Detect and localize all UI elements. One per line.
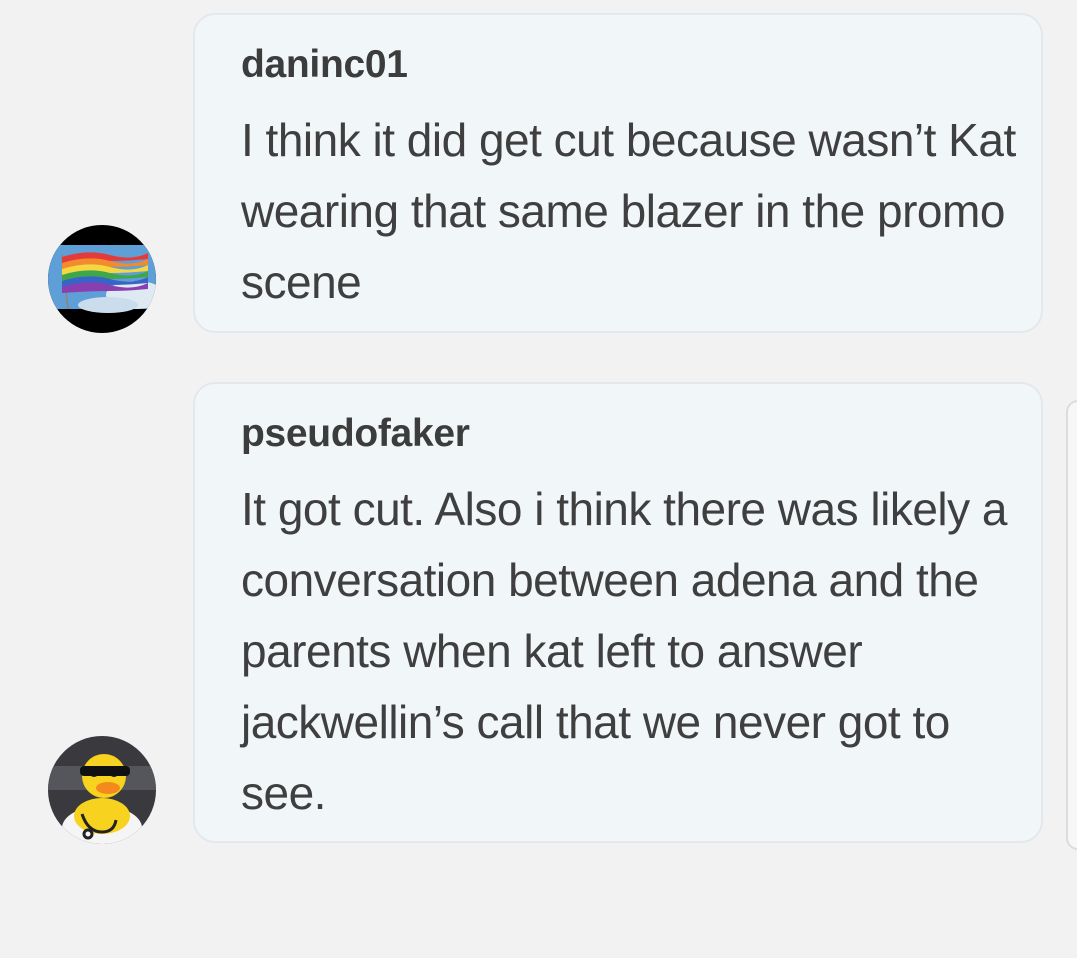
comment-text: It got cut. Also i think there was likel… (241, 483, 1007, 819)
user-avatar[interactable] (48, 736, 156, 844)
comment-username[interactable]: pseudofaker (241, 412, 470, 456)
comment-bubble: pseudofaker It got cut. Also i think the… (193, 382, 1043, 843)
adjacent-panel-edge (1066, 400, 1077, 850)
comment-item: pseudofaker It got cut. Also i think the… (0, 0, 1077, 958)
rubber-duck-avatar-icon (48, 736, 156, 844)
